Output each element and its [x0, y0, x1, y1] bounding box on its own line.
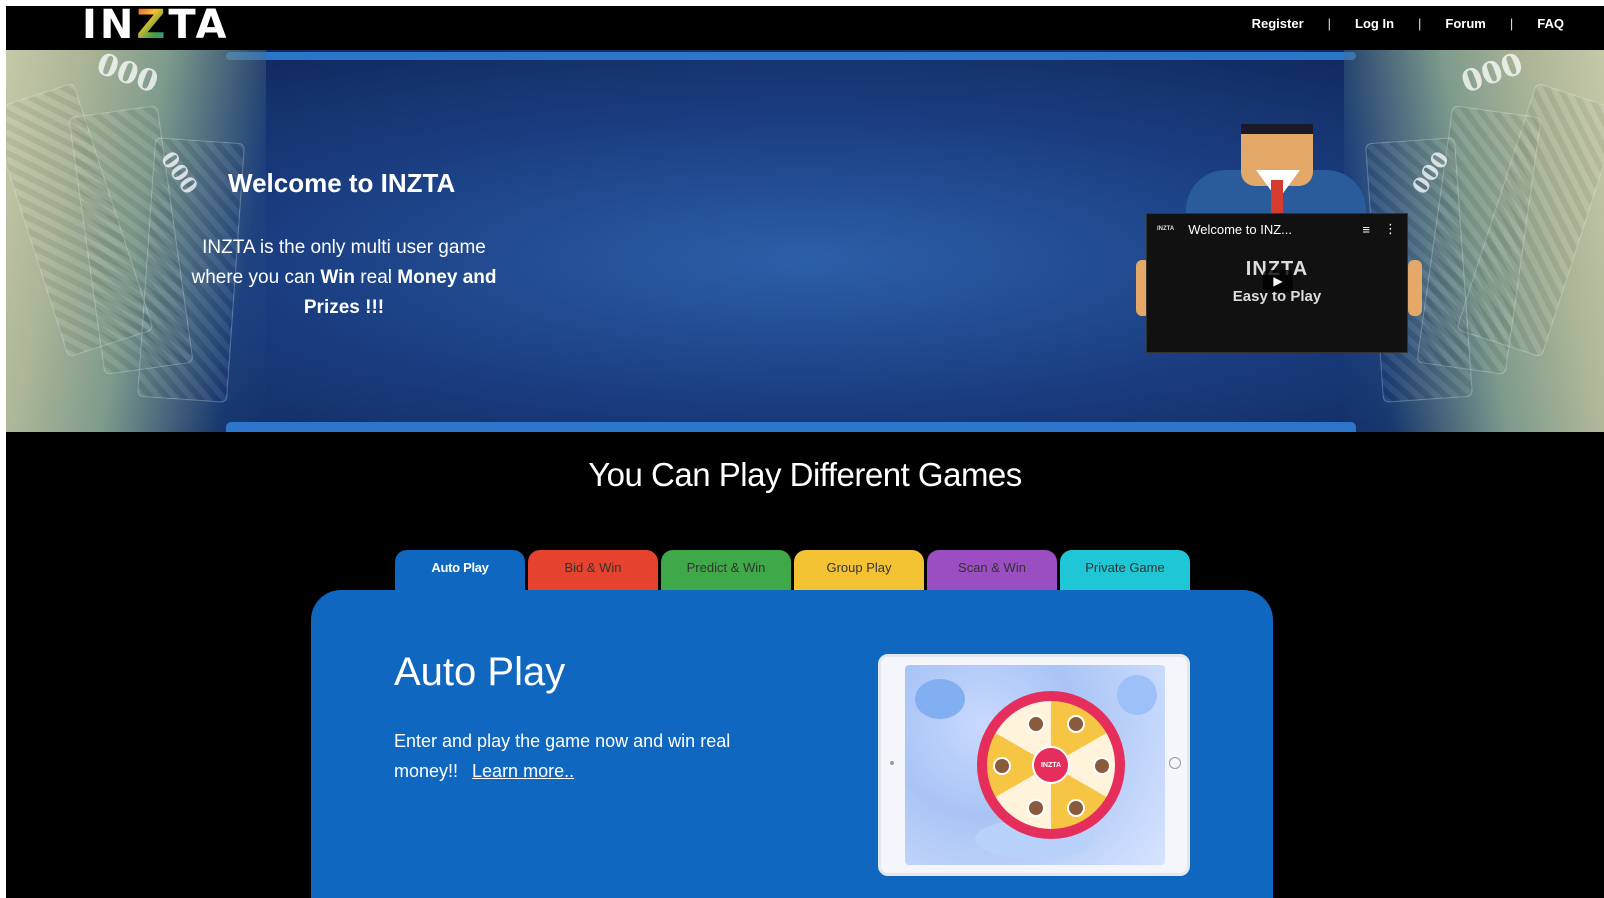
learn-more-link[interactable]: Learn more..: [472, 761, 574, 781]
bubble-decoration: [915, 679, 965, 719]
tablet-screen: INZTA: [905, 665, 1165, 865]
player-avatar: [1093, 757, 1111, 775]
panel-description: Enter and play the game now and win real…: [394, 726, 794, 786]
nav-forum-link[interactable]: Forum: [1445, 16, 1485, 31]
panel-title: Auto Play: [394, 650, 566, 694]
tablet-camera: [890, 761, 894, 765]
page-frame: INZTA Register | Log In | Forum | FAQ 00…: [6, 6, 1604, 898]
play-button[interactable]: ▶: [1263, 270, 1293, 292]
play-icon: ▶: [1273, 274, 1283, 288]
nav-separator: |: [1327, 16, 1332, 31]
player-avatar: [1027, 715, 1045, 733]
tab-auto-play[interactable]: Auto Play: [395, 550, 525, 594]
inzta-logo[interactable]: INZTA: [82, 6, 230, 48]
hero-banner: 000 000 000 000 Welcome to INZTA INZTA i…: [6, 50, 1604, 432]
nav-login-link[interactable]: Log In: [1355, 16, 1394, 31]
video-channel-logo[interactable]: INZTA: [1157, 226, 1174, 232]
bubble-decoration: [1117, 675, 1157, 715]
logo-text-z: Z: [136, 6, 168, 48]
top-nav: Register | Log In | Forum | FAQ: [1252, 16, 1564, 31]
tab-predict-and-win[interactable]: Predict & Win: [661, 550, 791, 592]
player-avatar: [1067, 715, 1085, 733]
banknote-number: 000: [1457, 50, 1529, 101]
spin-wheel-hub: INZTA: [1032, 746, 1070, 784]
tab-group-play[interactable]: Group Play: [794, 550, 924, 592]
auto-play-panel: Auto Play Enter and play the game now an…: [311, 590, 1273, 898]
banknote-number: 000: [91, 50, 163, 101]
game-tabs: Auto Play Bid & Win Predict & Win Group …: [395, 550, 1193, 594]
presenter-hair: [1241, 124, 1313, 134]
hero-text-bold: Win: [320, 267, 356, 288]
player-avatar: [1067, 799, 1085, 817]
player-avatar: [993, 757, 1011, 775]
presenter-hand-right: [1408, 260, 1422, 316]
nav-register-link[interactable]: Register: [1252, 16, 1304, 31]
games-heading: You Can Play Different Games: [588, 456, 1022, 493]
tab-bid-and-win[interactable]: Bid & Win: [528, 550, 658, 592]
hero-title: Welcome to INZTA: [228, 168, 456, 198]
video-player[interactable]: INZTA Welcome to INZ... ≡ ⋮ INZTA Easy t…: [1146, 213, 1408, 353]
tab-scan-and-win[interactable]: Scan & Win: [927, 550, 1057, 592]
spin-wheel: INZTA: [977, 691, 1125, 839]
tablet-home-button: [1169, 757, 1181, 769]
top-bar: INZTA Register | Log In | Forum | FAQ: [6, 6, 1604, 50]
nav-faq-link[interactable]: FAQ: [1537, 16, 1564, 31]
more-options-icon[interactable]: ⋮: [1384, 221, 1397, 237]
tablet-illustration: INZTA: [878, 654, 1190, 876]
logo-text-end: TA: [168, 6, 230, 48]
logo-text-start: IN: [82, 6, 137, 48]
video-title[interactable]: Welcome to INZ...: [1188, 222, 1348, 237]
hero-bottom-stripe: [226, 422, 1356, 432]
video-title-bar: INZTA Welcome to INZ... ≡ ⋮: [1147, 214, 1407, 244]
nav-separator: |: [1418, 16, 1422, 31]
nav-separator: |: [1509, 16, 1514, 31]
player-avatar: [1027, 799, 1045, 817]
hero-description: INZTA is the only multi user game where …: [174, 233, 514, 323]
tab-private-game[interactable]: Private Game: [1060, 550, 1190, 592]
playlist-icon[interactable]: ≡: [1362, 222, 1370, 237]
hero-text-part: real: [355, 267, 398, 288]
hero-top-stripe: [226, 52, 1356, 60]
spin-wheel-face: INZTA: [987, 701, 1115, 829]
